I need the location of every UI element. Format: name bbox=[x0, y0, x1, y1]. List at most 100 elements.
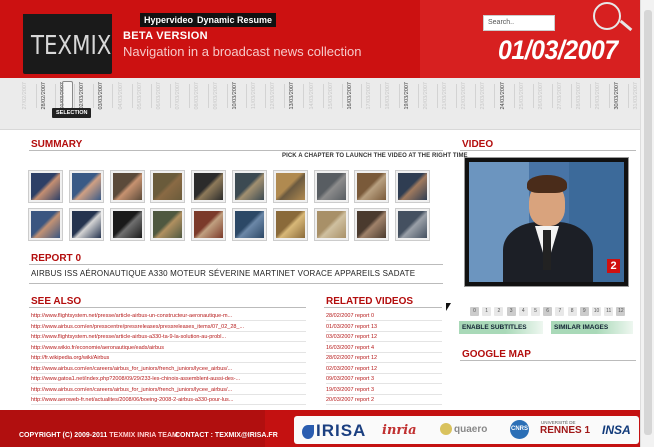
video-chapter-marker[interactable]: 1 bbox=[482, 307, 492, 316]
chapter-thumbnail[interactable] bbox=[272, 170, 308, 203]
video-player[interactable]: 2 bbox=[464, 157, 629, 287]
video-chapter-marker[interactable]: 8 bbox=[567, 307, 577, 316]
chapter-thumbnail[interactable] bbox=[232, 208, 267, 241]
chapter-thumbnail[interactable] bbox=[354, 208, 390, 241]
chapter-thumbnail[interactable] bbox=[191, 170, 227, 203]
contact-email[interactable]: CONTACT : TEXMIX@IRISA.FR bbox=[175, 432, 278, 439]
timeline-date[interactable]: 26/03/2007 bbox=[538, 82, 550, 112]
rennes1-logo[interactable]: RENNES 1 bbox=[540, 425, 590, 436]
chapter-thumbnail[interactable] bbox=[68, 208, 104, 241]
timeline-date[interactable]: 23/03/2007 bbox=[480, 82, 492, 112]
enable-subtitles-button[interactable]: ENABLE SUBTITLES bbox=[459, 321, 543, 334]
see-also-link[interactable]: http://www.flightsystem.net/presse/artic… bbox=[31, 332, 306, 342]
see-also-link[interactable]: http://www.airbus.com/en/careers/airbus_… bbox=[31, 385, 306, 395]
insa-logo[interactable]: INSA bbox=[602, 423, 631, 437]
tab-dynamic-resume[interactable]: Dynamic Resume bbox=[193, 13, 277, 27]
chapter-thumbnail[interactable] bbox=[150, 208, 186, 241]
chapter-thumbnail[interactable] bbox=[68, 170, 104, 203]
selection-button[interactable]: SELECTION bbox=[52, 108, 92, 118]
related-video-link[interactable]: 02/03/2007 report 12 bbox=[326, 364, 442, 374]
video-chapter-marker[interactable]: 6 bbox=[543, 307, 553, 316]
chapter-thumbnail[interactable] bbox=[191, 208, 227, 241]
related-video-link[interactable]: 16/03/2007 report 4 bbox=[326, 343, 442, 353]
similar-images-button[interactable]: SIMILAR IMAGES bbox=[551, 321, 633, 334]
search-input[interactable]: Search.. bbox=[483, 15, 555, 31]
related-video-link[interactable]: 01/03/2007 report 13 bbox=[326, 322, 442, 332]
see-also-link[interactable]: http://www.flightsystem.net/presse/artic… bbox=[31, 311, 306, 321]
timeline-date[interactable]: 21/03/2007 bbox=[442, 82, 454, 112]
timeline-date[interactable]: 06/03/2007 bbox=[156, 82, 168, 112]
chapter-thumbnail[interactable] bbox=[232, 170, 267, 203]
video-chapter-marker[interactable]: 12 bbox=[616, 307, 626, 316]
timeline-date[interactable]: 20/03/2007 bbox=[423, 82, 435, 112]
timeline-date[interactable]: 30/03/2007 bbox=[614, 82, 626, 112]
video-chapter-marker[interactable]: 7 bbox=[555, 307, 565, 316]
chapter-thumbnail[interactable] bbox=[313, 170, 349, 203]
search-icon[interactable] bbox=[593, 2, 621, 30]
timeline-date[interactable]: 15/03/2007 bbox=[328, 82, 340, 112]
timeline-date[interactable]: 28/03/2007 bbox=[576, 82, 588, 112]
chapter-thumbnail[interactable] bbox=[150, 170, 186, 203]
inria-logo[interactable]: inria bbox=[382, 423, 417, 438]
timeline-date[interactable]: 27/02/2007 bbox=[22, 82, 34, 112]
cnrs-logo[interactable]: CNRS bbox=[510, 420, 529, 439]
timeline-date[interactable]: 14/03/2007 bbox=[309, 82, 321, 112]
see-also-link[interactable]: http://www.gatoa1.net/index.php?2008/09/… bbox=[31, 374, 306, 384]
scrollbar-thumb[interactable] bbox=[644, 10, 652, 435]
timeline-date[interactable]: 12/03/2007 bbox=[270, 82, 282, 112]
related-video-link[interactable]: 03/03/2007 report 12 bbox=[326, 332, 442, 342]
chapter-thumbnail[interactable] bbox=[28, 170, 63, 203]
chapter-thumbnail[interactable] bbox=[313, 208, 349, 241]
timeline-date[interactable]: 27/03/2007 bbox=[557, 82, 569, 112]
timeline-date[interactable]: 05/03/2007 bbox=[137, 82, 149, 112]
quaero-logo[interactable]: quaero bbox=[440, 423, 487, 435]
timeline-date[interactable]: 17/03/2007 bbox=[366, 82, 378, 112]
video-screen[interactable]: 2 bbox=[469, 162, 624, 282]
timeline-date[interactable]: 11/03/2007 bbox=[251, 82, 263, 112]
video-chapter-timeline[interactable]: 0 1 2 3 4 5 6 7 8 9 10 11 12 bbox=[462, 307, 632, 316]
see-also-link[interactable]: http://www.airbus.com/en/careers/airbus_… bbox=[31, 364, 306, 374]
video-chapter-marker[interactable]: 5 bbox=[531, 307, 540, 316]
see-also-link[interactable]: http://www.wikio.fr/economie/aeronautiqu… bbox=[31, 343, 306, 353]
related-video-link[interactable]: 28/02/2007 report 0 bbox=[326, 311, 442, 321]
timeline-date[interactable]: 03/03/2007 bbox=[98, 82, 110, 112]
see-also-link[interactable]: http://fr.wikipedia.org/wiki/Airbus bbox=[31, 353, 306, 363]
chapter-thumbnail[interactable] bbox=[28, 208, 63, 241]
chapter-thumbnail[interactable] bbox=[395, 170, 431, 203]
video-chapter-marker[interactable]: 0 bbox=[470, 307, 479, 316]
video-chapter-marker[interactable]: 4 bbox=[518, 307, 528, 316]
video-chapter-marker[interactable]: 2 bbox=[494, 307, 504, 316]
timeline-date[interactable]: 22/03/2007 bbox=[461, 82, 473, 112]
timeline-date[interactable]: 13/03/2007 bbox=[289, 82, 301, 112]
texmix-logo[interactable]: TEXMIX bbox=[23, 14, 112, 74]
chapter-thumbnail[interactable] bbox=[272, 208, 308, 241]
timeline-date[interactable]: 16/03/2007 bbox=[347, 82, 359, 112]
video-chapter-marker[interactable]: 3 bbox=[506, 307, 516, 316]
chapter-thumbnail[interactable] bbox=[395, 208, 431, 241]
chapter-thumbnail[interactable] bbox=[109, 208, 145, 241]
irisa-logo[interactable]: IRISA bbox=[302, 421, 366, 441]
page-scrollbar[interactable] bbox=[640, 0, 654, 447]
see-also-link[interactable]: http://www.aeroweb-fr.net/actualites/200… bbox=[31, 395, 306, 405]
video-chapter-marker[interactable]: 9 bbox=[579, 307, 589, 316]
chapter-thumbnail[interactable] bbox=[109, 170, 145, 203]
see-also-link[interactable]: http://www.airbus.com/en/presscentre/pre… bbox=[31, 322, 306, 332]
related-video-link[interactable]: 09/03/2007 report 3 bbox=[326, 374, 442, 384]
timeline-date[interactable]: 09/03/2007 bbox=[213, 82, 225, 112]
related-video-link[interactable]: 20/03/2007 report 2 bbox=[326, 395, 442, 405]
timeline-date[interactable]: 19/03/2007 bbox=[404, 82, 416, 112]
timeline-date[interactable]: 08/03/2007 bbox=[194, 82, 206, 112]
timeline-date[interactable]: 04/03/2007 bbox=[118, 82, 130, 112]
timeline-date[interactable]: 18/03/2007 bbox=[385, 82, 397, 112]
timeline-date[interactable]: 24/03/2007 bbox=[500, 82, 512, 112]
team-link[interactable]: TEXMIX INRIA TEAM bbox=[109, 432, 178, 439]
chapter-thumbnail[interactable] bbox=[354, 170, 390, 203]
related-video-link[interactable]: 19/03/2007 report 3 bbox=[326, 385, 442, 395]
related-video-link[interactable]: 28/02/2007 report 12 bbox=[326, 353, 442, 363]
timeline-date[interactable]: 29/03/2007 bbox=[595, 82, 607, 112]
timeline-date[interactable]: 10/03/2007 bbox=[232, 82, 244, 112]
video-chapter-marker[interactable]: 10 bbox=[592, 307, 601, 316]
timeline-date[interactable]: 07/03/2007 bbox=[175, 82, 187, 112]
timeline-selection-handle[interactable] bbox=[62, 81, 73, 109]
timeline-date[interactable]: 25/03/2007 bbox=[519, 82, 531, 112]
